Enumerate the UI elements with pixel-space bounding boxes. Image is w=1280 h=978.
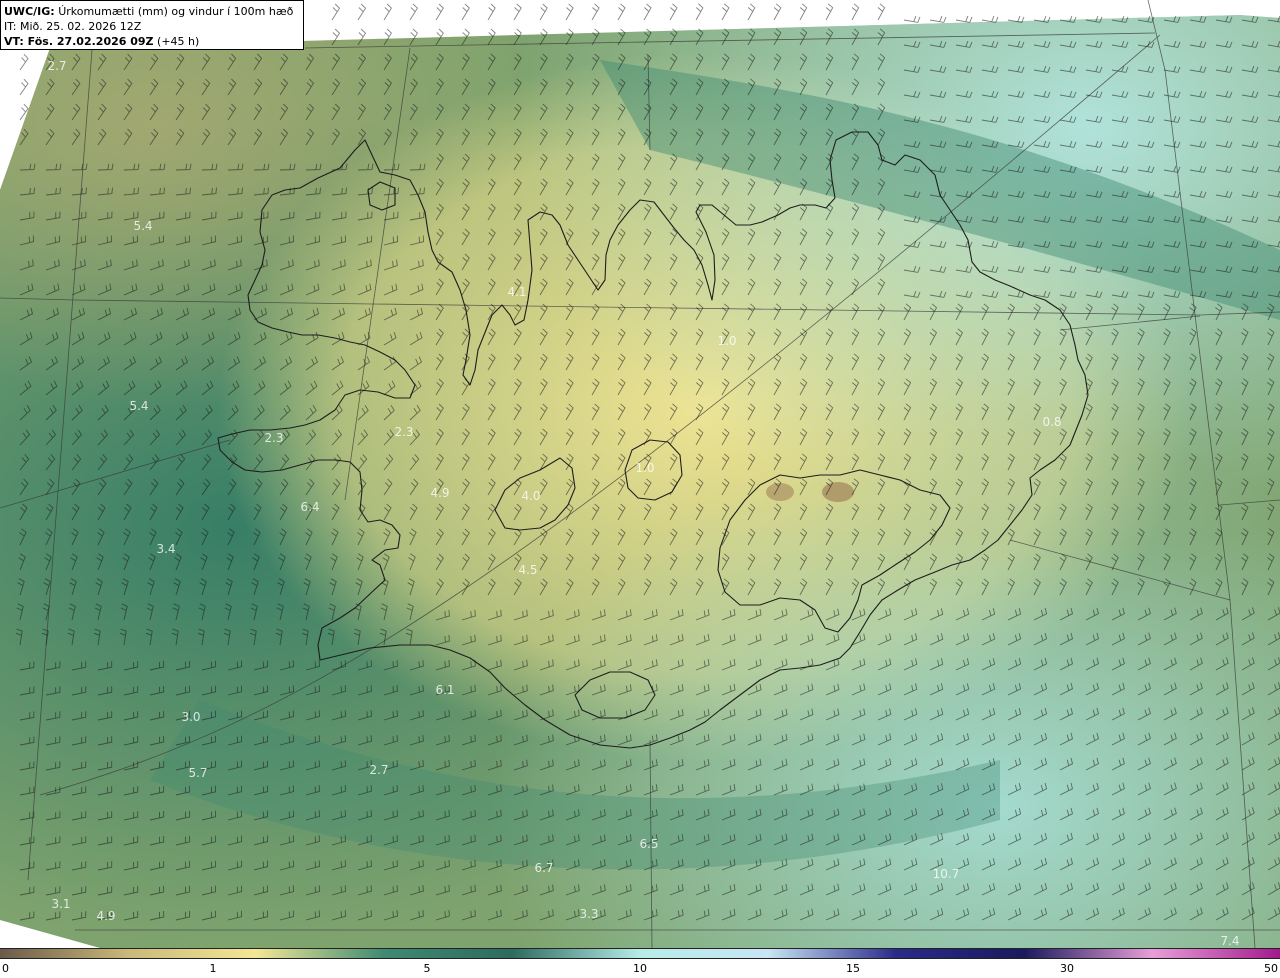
precip-value-label: 10.7 (933, 867, 960, 881)
precip-value-label: 4.0 (521, 489, 540, 503)
tick-30: 30 (1060, 962, 1074, 975)
tick-50: 50 (1264, 962, 1278, 975)
precip-value-label: 4.9 (96, 909, 115, 923)
model-name: UWC/IG: (4, 5, 55, 18)
precip-value-label: 2.3 (264, 431, 283, 445)
precip-value-label: 3.4 (156, 542, 175, 556)
precip-value-label: 5.4 (133, 219, 152, 233)
tick-5: 5 (423, 962, 431, 975)
precip-value-label: 5.4 (129, 399, 148, 413)
precip-value-label: 6.5 (639, 837, 658, 851)
init-time: IT: Mið. 25. 02. 2026 12Z (4, 20, 142, 33)
precip-value-label: 2.7 (47, 59, 66, 73)
lead-time: (+45 h) (157, 35, 200, 48)
precip-value-label: 6.7 (534, 861, 553, 875)
colorbar-ticks: 0 1 5 10 15 30 50 (0, 960, 1280, 978)
precip-value-label: 2.3 (394, 425, 413, 439)
precip-value-label: 3.0 (181, 710, 200, 724)
forecast-map: 2.7 5.4 4.1 1.0 5.4 2.3 2.3 0.8 4.9 1.0 4.0 6.4 3.4 4… (0, 0, 1280, 948)
precip-value-label: 0.8 (1042, 415, 1061, 429)
precip-value-label: 6.4 (300, 500, 319, 514)
precip-value-label: 6.1 (435, 683, 454, 697)
precip-value-label: 4.9 (430, 486, 449, 500)
valid-time-line: VT: Fös. 27.02.2026 09Z (+45 h) (4, 34, 300, 49)
precip-value-label: 4.1 (507, 285, 526, 299)
precip-value-label: 1.0 (635, 461, 654, 475)
title-line: UWC/IG: Úrkomumætti (mm) og vindur í 100… (4, 4, 300, 19)
tick-0: 0 (2, 962, 9, 975)
precip-field (0, 15, 1280, 948)
precip-value-label: 3.1 (51, 897, 70, 911)
precip-value-label: 1.0 (717, 334, 736, 348)
tick-1: 1 (209, 962, 217, 975)
valid-time: VT: Fös. 27.02.2026 09Z (4, 35, 154, 48)
map-info-box: UWC/IG: Úrkomumætti (mm) og vindur í 100… (0, 0, 304, 50)
tick-10: 10 (633, 962, 647, 975)
precip-value-label: 4.5 (518, 563, 537, 577)
precip-value-label: 5.7 (188, 766, 207, 780)
precip-value-label: 3.3 (579, 907, 598, 921)
precip-value-label: 2.7 (369, 763, 388, 777)
tick-15: 15 (846, 962, 860, 975)
precip-value-label: 7.4 (1220, 934, 1239, 948)
product-description: Úrkomumætti (mm) og vindur í 100m hæð (58, 5, 294, 18)
colorbar (0, 948, 1280, 959)
